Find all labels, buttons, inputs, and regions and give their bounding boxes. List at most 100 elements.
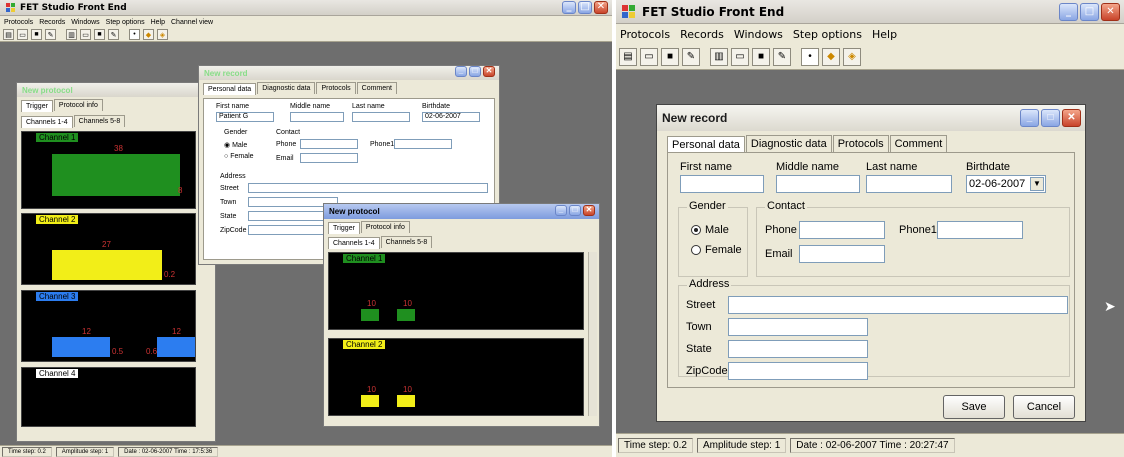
phone-field[interactable] <box>300 139 358 149</box>
phone1-input[interactable] <box>937 221 1023 239</box>
phone-input[interactable] <box>799 221 885 239</box>
menu-protocols[interactable]: Protocols <box>4 19 33 26</box>
tab-comment-left[interactable]: Comment <box>356 82 397 94</box>
last-name-field[interactable] <box>352 112 410 122</box>
close-button[interactable]: ✕ <box>594 1 608 14</box>
tab-protocols-left[interactable]: Protocols <box>316 82 356 94</box>
right-date-time: Date : 02-06-2007 Time : 20:27:47 <box>790 438 955 453</box>
male-radio-left[interactable]: ◉ Male <box>224 141 247 149</box>
email-field[interactable] <box>300 153 358 163</box>
birthdate-field[interactable]: 02-06-2007 <box>422 112 480 122</box>
diamond-icon[interactable]: ◆ <box>143 29 154 40</box>
menu-channel-view[interactable]: Channel view <box>171 19 213 26</box>
clean-record-icon-right[interactable]: ✎ <box>773 47 791 66</box>
new-icon-right[interactable]: ▭ <box>640 47 658 66</box>
protocol2-scrollbar[interactable] <box>588 252 597 416</box>
middle-name-input[interactable] <box>776 175 860 193</box>
menu-protocols-right[interactable]: Protocols <box>620 28 670 41</box>
zipcode-label: ZipCode <box>220 227 247 234</box>
protocol2-maximize[interactable]: □ <box>569 205 581 216</box>
tab-personal-data-left[interactable]: Personal data <box>203 83 257 95</box>
menu-windows-right[interactable]: Windows <box>734 28 783 41</box>
tab-diagnostic-data[interactable]: Diagnostic data <box>745 135 832 152</box>
tab-channels-5-8[interactable]: Channels 5-8 <box>73 115 126 127</box>
menu-step-options-right[interactable]: Step options <box>793 28 862 41</box>
tab-channels-1-4[interactable]: Channels 1-4 <box>21 116 73 128</box>
save-record-icon[interactable]: ■ <box>94 29 105 40</box>
diamond-icon-right[interactable]: ◆ <box>822 47 840 66</box>
birthdate-picker[interactable]: 02-06-2007 ▼ <box>966 175 1046 193</box>
menu-windows[interactable]: Windows <box>71 19 99 26</box>
print-icon-right[interactable]: ▥ <box>710 47 728 66</box>
town-input[interactable] <box>728 318 868 336</box>
phone1-field[interactable] <box>394 139 452 149</box>
channel-2-tag: Channel 2 <box>36 215 79 224</box>
calendar-dropdown-icon[interactable]: ▼ <box>1030 177 1044 191</box>
female-radio[interactable]: Female <box>691 244 742 256</box>
male-radio[interactable]: Male <box>691 224 729 236</box>
save-button[interactable]: Save <box>943 395 1005 419</box>
record-maximize-button[interactable]: □ <box>1041 109 1060 127</box>
street-input[interactable] <box>728 296 1068 314</box>
cancel-button[interactable]: Cancel <box>1013 395 1075 419</box>
diamond-dot-icon-right[interactable]: ◈ <box>843 47 861 66</box>
tab-trigger-2[interactable]: Trigger <box>328 222 360 234</box>
record-minimize-button[interactable]: _ <box>1020 109 1039 127</box>
tab-protocols[interactable]: Protocols <box>832 135 889 152</box>
tab-channels-5-8-2[interactable]: Channels 5-8 <box>380 236 433 248</box>
save-record-icon-right[interactable]: ■ <box>752 47 770 66</box>
tab-protocol-info[interactable]: Protocol info <box>53 99 103 111</box>
tab-channels-1-4-2[interactable]: Channels 1-4 <box>328 237 380 249</box>
clean-icon-right[interactable]: ✎ <box>682 47 700 66</box>
zipcode-label-right: ZipCode <box>686 365 728 377</box>
last-name-input[interactable] <box>866 175 952 193</box>
menu-records[interactable]: Records <box>39 19 65 26</box>
save-icon[interactable]: ■ <box>31 29 42 40</box>
middle-name-field[interactable] <box>290 112 344 122</box>
menu-records-right[interactable]: Records <box>680 28 724 41</box>
email-input[interactable] <box>799 245 885 263</box>
pointer-icon[interactable]: • <box>129 29 140 40</box>
record-left-close[interactable]: ✕ <box>483 66 495 77</box>
pointer-icon-right[interactable]: • <box>801 47 819 66</box>
protocol2-close[interactable]: ✕ <box>583 205 595 216</box>
close-button-right[interactable]: ✕ <box>1101 3 1120 21</box>
maximize-button-right[interactable]: □ <box>1080 3 1099 21</box>
record-left-minimize[interactable]: _ <box>455 66 467 77</box>
female-radio-left[interactable]: ○ Female <box>224 153 254 160</box>
new-icon[interactable]: ▭ <box>17 29 28 40</box>
new-record-icon-right[interactable]: ▭ <box>731 47 749 66</box>
right-amplitude-step: Amplitude step: 1 <box>697 438 787 453</box>
first-name-input[interactable] <box>680 175 764 193</box>
diamond-dot-icon[interactable]: ◈ <box>157 29 168 40</box>
open-icon[interactable]: ▤ <box>3 29 14 40</box>
minimize-button-right[interactable]: _ <box>1059 3 1078 21</box>
state-input[interactable] <box>728 340 868 358</box>
tab-trigger[interactable]: Trigger <box>21 100 53 112</box>
new-record-icon[interactable]: ▭ <box>80 29 91 40</box>
first-name-field[interactable]: Patient G <box>216 112 274 122</box>
maximize-button[interactable]: □ <box>578 1 592 14</box>
menu-help-right[interactable]: Help <box>872 28 897 41</box>
record-close-button[interactable]: ✕ <box>1062 109 1081 127</box>
new-record-title: New record _ □ ✕ <box>657 105 1085 131</box>
print-icon[interactable]: ▥ <box>66 29 77 40</box>
save-icon-right[interactable]: ■ <box>661 47 679 66</box>
minimize-button[interactable]: _ <box>562 1 576 14</box>
open-icon-right[interactable]: ▤ <box>619 47 637 66</box>
street-field[interactable] <box>248 183 488 193</box>
tab-personal-data[interactable]: Personal data <box>667 136 745 153</box>
clean-record-icon[interactable]: ✎ <box>108 29 119 40</box>
channel-3-bar-b <box>157 337 195 357</box>
tab-diagnostic-data-left[interactable]: Diagnostic data <box>257 82 316 94</box>
record-left-maximize[interactable]: □ <box>469 66 481 77</box>
protocol2-minimize[interactable]: _ <box>555 205 567 216</box>
clean-icon[interactable]: ✎ <box>45 29 56 40</box>
tab-protocol-info-2[interactable]: Protocol info <box>360 221 410 233</box>
last-name-label: Last name <box>352 103 385 110</box>
menu-step-options[interactable]: Step options <box>106 19 145 26</box>
menu-help[interactable]: Help <box>151 19 165 26</box>
zipcode-input[interactable] <box>728 362 868 380</box>
tab-comment[interactable]: Comment <box>889 135 948 152</box>
app-icon-right <box>622 4 636 19</box>
